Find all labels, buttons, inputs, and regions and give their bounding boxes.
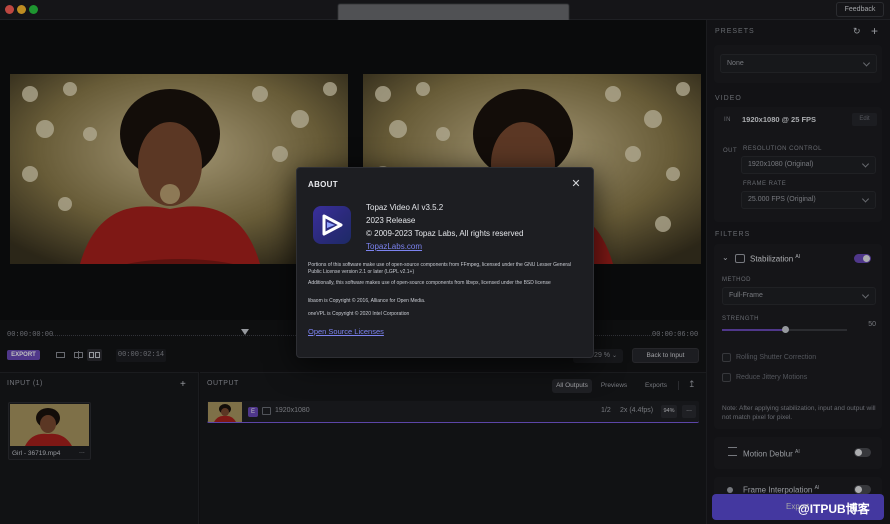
libvpx-license-text: Additionally, this software makes use of…: [308, 280, 551, 286]
topaz-website-link[interactable]: TopazLabs.com: [366, 242, 422, 251]
watermark-text: @ITPUB博客: [798, 502, 870, 516]
app-version: Topaz Video AI v3.5.2: [366, 203, 444, 212]
topaz-video-ai-logo-icon: [313, 206, 351, 244]
release-year: 2023 Release: [366, 216, 416, 225]
onevpl-license-text: oneVPL is Copyright © 2020 Intel Corpora…: [308, 311, 410, 317]
close-icon[interactable]: ✕: [570, 178, 582, 190]
about-dialog-title: ABOUT: [308, 180, 338, 189]
libaom-license-text: libaom is Copyright © 2016, Alliance for…: [308, 298, 426, 304]
open-source-licenses-link[interactable]: Open Source Licenses: [308, 327, 384, 336]
ffmpeg-license-text: Portions of this software make use of op…: [308, 262, 571, 275]
copyright-text: © 2009-2023 Topaz Labs, All rights reser…: [366, 229, 524, 238]
